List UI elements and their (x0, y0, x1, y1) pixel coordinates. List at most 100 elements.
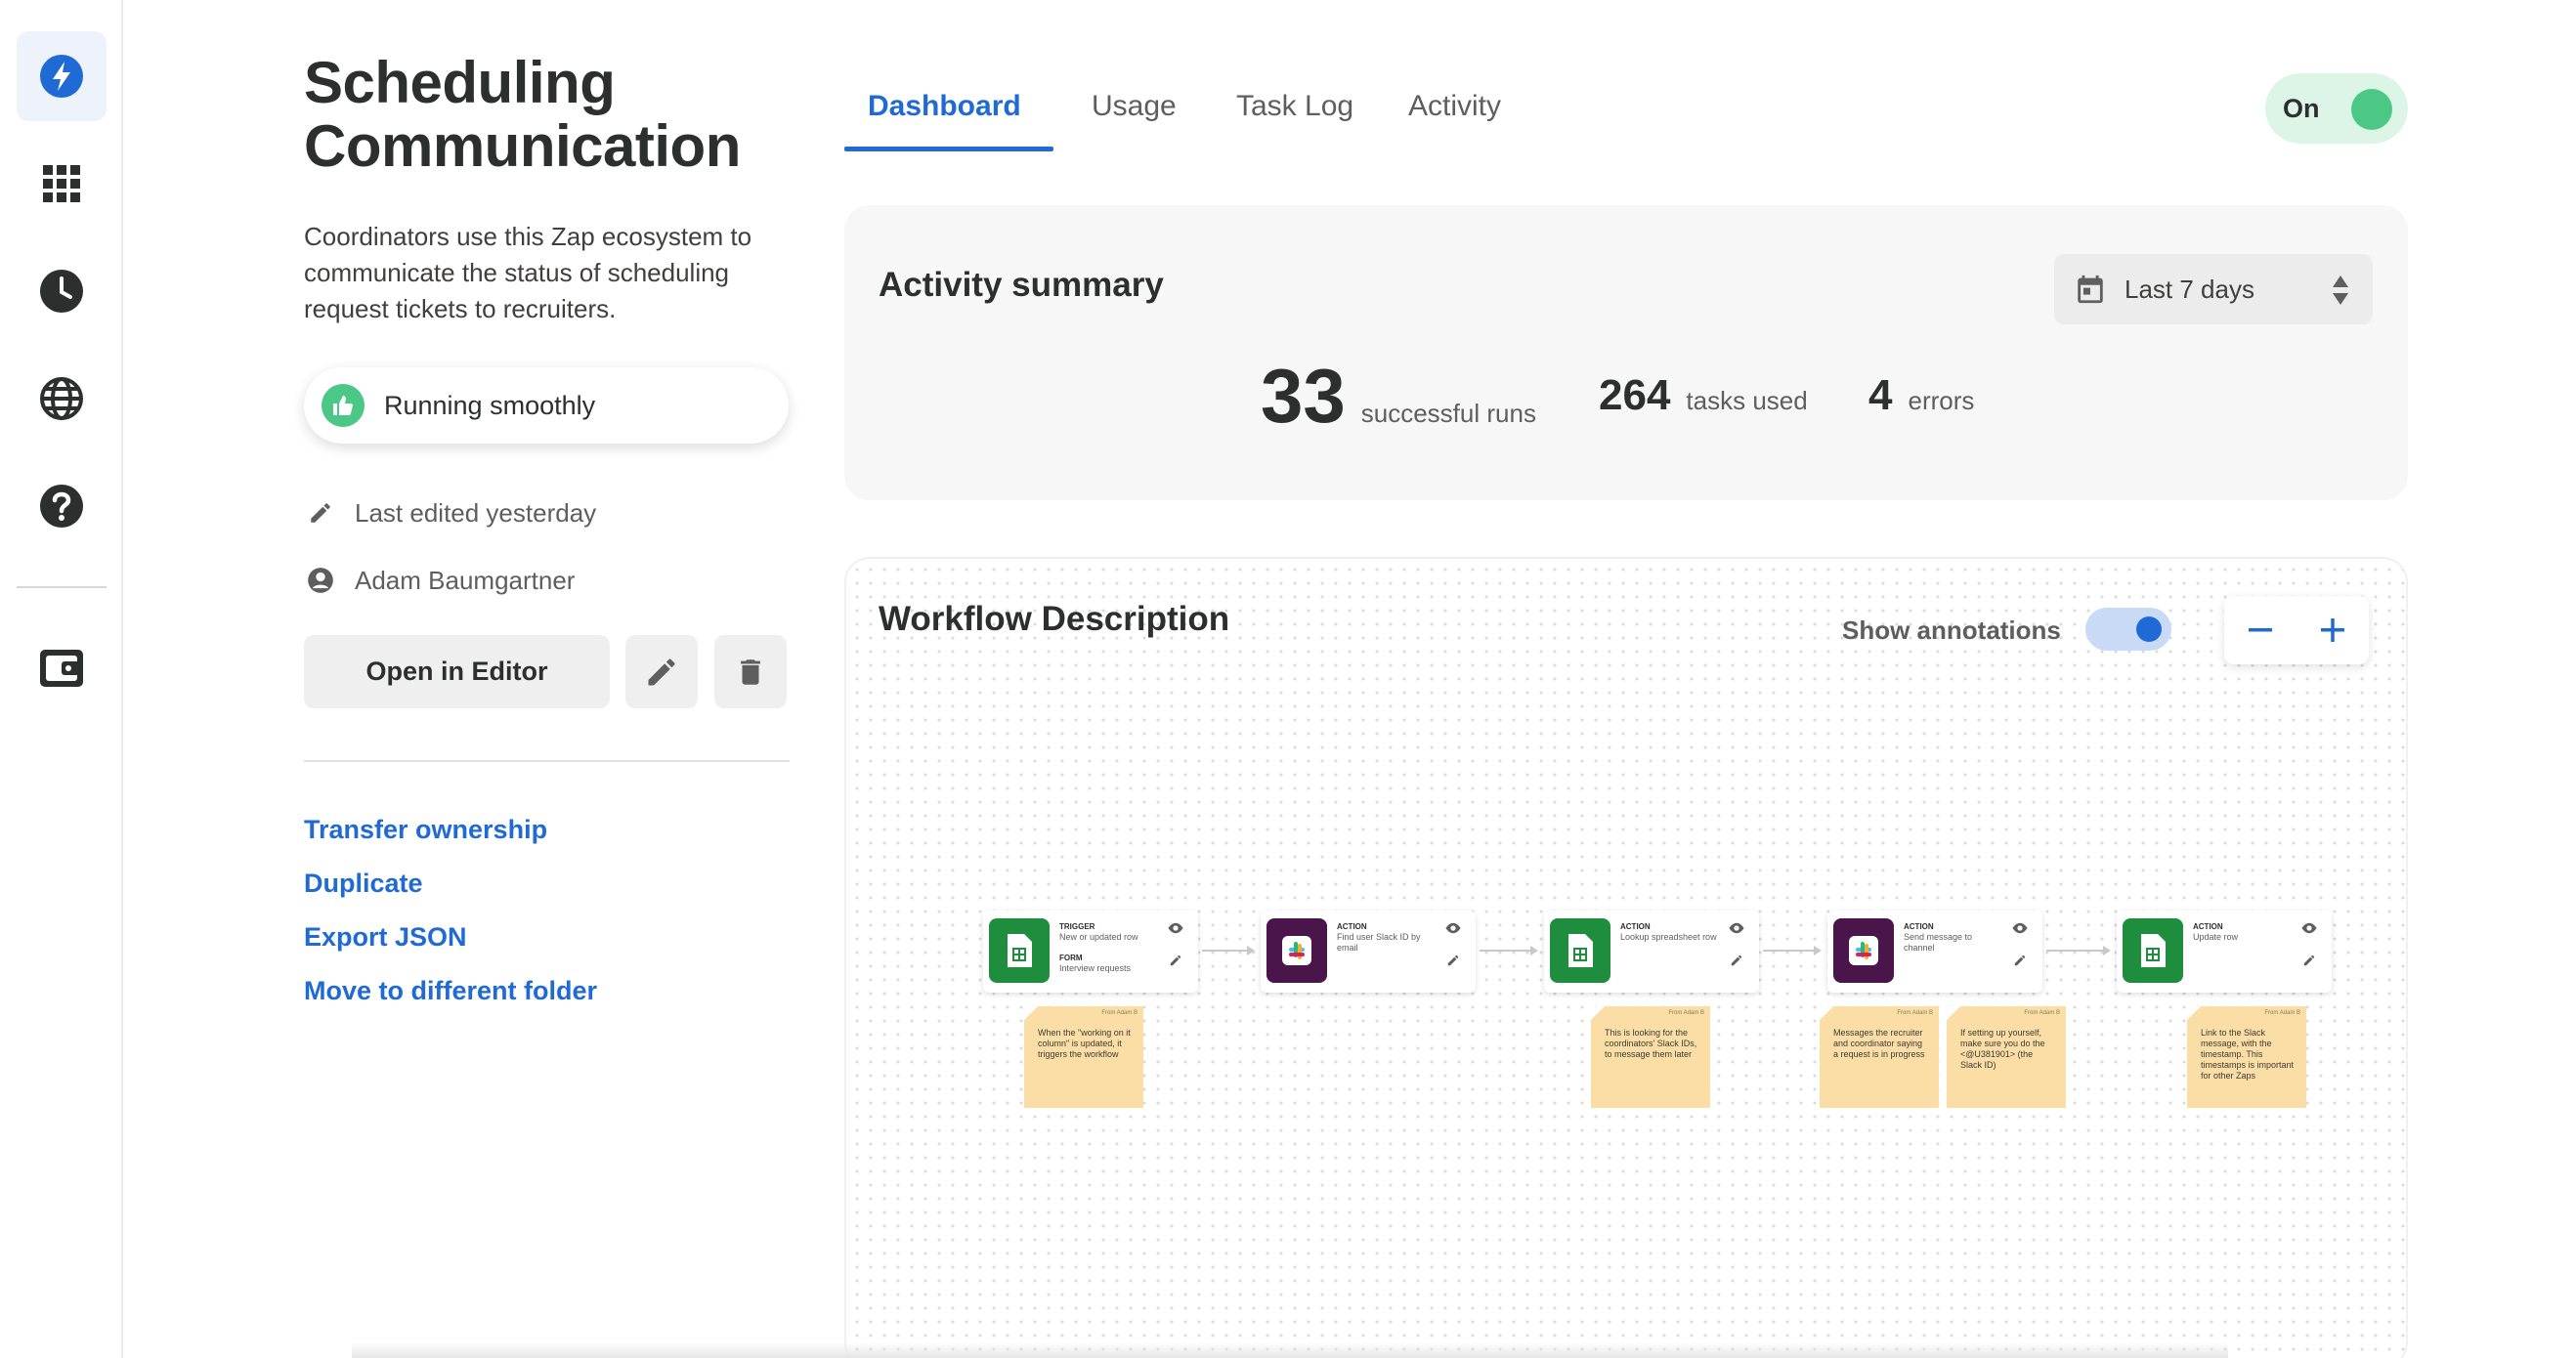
note-author: From Adam B (2264, 1010, 2300, 1016)
toggle-knob (2136, 616, 2162, 642)
help-icon (40, 485, 83, 528)
eye-icon[interactable] (2300, 922, 2318, 934)
left-divider (304, 760, 790, 762)
workflow-step-action[interactable]: ACTION Find user Slack ID by email (1261, 911, 1476, 993)
note-text: Link to the Slack message, with the time… (2201, 1028, 2295, 1081)
eye-icon[interactable] (1728, 922, 1745, 934)
zoom-controls (2224, 596, 2369, 664)
annotation-note[interactable]: From Adam B This is looking for the coor… (1591, 1006, 1710, 1108)
annotation-note[interactable]: From Adam B Link to the Slack message, w… (2187, 1006, 2306, 1108)
slack-icon (1267, 918, 1327, 983)
owner-name: Adam Baumgartner (355, 565, 576, 595)
step-kind: ACTION (1620, 922, 1651, 931)
tab-activity[interactable]: Activity (1408, 90, 1501, 123)
step-text: Find user Slack ID by email (1337, 932, 1421, 953)
trash-icon (741, 658, 760, 685)
step-connector (1480, 946, 1538, 955)
step-text: Lookup spreadsheet row (1620, 932, 1717, 942)
activity-summary-card: Activity summary Last 7 days 33 successf… (844, 205, 2408, 500)
last-edited-row: Last edited yesterday (304, 496, 596, 530)
eye-icon[interactable] (1444, 922, 1462, 934)
note-text: If setting up yourself, make sure you do… (1960, 1028, 2045, 1070)
annotation-note[interactable]: From Adam B Messages the recruiter and c… (1820, 1006, 1939, 1108)
date-range-value: Last 7 days (2125, 274, 2254, 304)
export-json-link[interactable]: Export JSON (304, 922, 467, 953)
step-kind: TRIGGER (1059, 922, 1095, 931)
stat-tasks-used: 264 tasks used (1599, 371, 1808, 420)
step-text: Update row (2193, 932, 2239, 942)
step-connector (1202, 946, 1255, 955)
status-text: Running smoothly (384, 390, 596, 420)
rail-apps-button[interactable] (17, 139, 107, 229)
status-badge: Running smoothly (304, 367, 789, 444)
pencil-icon[interactable] (2013, 954, 2027, 967)
apps-grid-icon (43, 165, 80, 202)
owner-row: Adam Baumgartner (304, 564, 575, 597)
step-sub-kind: FORM (1059, 954, 1083, 962)
step-text: Send message to channel (1904, 932, 1973, 953)
open-in-editor-button[interactable]: Open in Editor (304, 635, 610, 708)
clock-icon (40, 270, 83, 313)
pencil-icon (648, 658, 675, 685)
step-kind: ACTION (2193, 922, 2223, 931)
zoom-out-button[interactable] (2224, 596, 2297, 664)
annotations-toggle[interactable] (2085, 608, 2171, 651)
workflow-canvas[interactable]: Workflow Description Show annotations TR… (844, 557, 2408, 1358)
left-rail (0, 0, 123, 1358)
tab-dashboard[interactable]: Dashboard (868, 90, 1021, 123)
note-author: From Adam B (2024, 1010, 2060, 1016)
annotation-note[interactable]: From Adam B When the "working on it colu… (1024, 1006, 1143, 1108)
rail-history-button[interactable] (17, 246, 107, 336)
stat-value: 264 (1599, 371, 1671, 419)
pencil-icon (304, 496, 337, 530)
tab-task-log[interactable]: Task Log (1236, 90, 1353, 123)
activity-summary-title: Activity summary (879, 266, 1164, 304)
delete-button[interactable] (714, 635, 787, 708)
stat-label: successful runs (1360, 399, 1536, 428)
stat-errors: 4 errors (1868, 371, 1974, 420)
zap-on-toggle[interactable]: On (2265, 73, 2408, 144)
eye-icon[interactable] (1167, 922, 1184, 934)
note-author: From Adam B (1897, 1010, 1933, 1016)
workflow-step-action[interactable]: ACTION Lookup spreadsheet row (1544, 911, 1759, 993)
workflow-step-action[interactable]: ACTION Update row (2117, 911, 2332, 993)
tab-usage[interactable]: Usage (1092, 90, 1177, 123)
rail-zaps-button[interactable] (17, 31, 107, 121)
eye-icon[interactable] (2011, 922, 2029, 934)
note-author: From Adam B (1668, 1010, 1704, 1016)
plus-icon (2321, 618, 2344, 642)
date-range-select[interactable]: Last 7 days (2054, 254, 2373, 324)
workflow-step-trigger[interactable]: TRIGGER New or updated row FORM Intervie… (983, 911, 1198, 993)
annotation-note[interactable]: From Adam B If setting up yourself, make… (1947, 1006, 2066, 1108)
pencil-icon[interactable] (1446, 954, 1460, 967)
stat-label: tasks used (1686, 386, 1808, 415)
duplicate-link[interactable]: Duplicate (304, 869, 423, 899)
pencil-icon[interactable] (2302, 954, 2316, 967)
workflow-step-action[interactable]: ACTION Send message to channel (1827, 911, 2042, 993)
horizontal-scroll-shadow (352, 1342, 2228, 1358)
workflow-title: Workflow Description (879, 600, 1230, 638)
rail-help-button[interactable] (17, 461, 107, 551)
step-connector (1763, 946, 1822, 955)
step-connector (2046, 946, 2111, 955)
pencil-icon[interactable] (1730, 954, 1743, 967)
google-sheets-icon (989, 918, 1050, 983)
last-edited-text: Last edited yesterday (355, 497, 597, 528)
step-sub-text: Interview requests (1059, 963, 1132, 973)
step-kind: ACTION (1904, 922, 1934, 931)
toggle-label: On (2283, 93, 2320, 123)
slack-icon (1833, 918, 1894, 983)
transfer-ownership-link[interactable]: Transfer ownership (304, 815, 547, 845)
lightning-icon (40, 55, 83, 98)
user-icon (304, 564, 337, 597)
rail-explore-button[interactable] (17, 354, 107, 444)
edit-button[interactable] (625, 635, 698, 708)
move-folder-link[interactable]: Move to different folder (304, 976, 597, 1006)
stat-label: errors (1908, 386, 1975, 415)
note-author: From Adam B (1101, 1010, 1138, 1016)
stat-value: 33 (1261, 353, 1346, 439)
rail-wallet-button[interactable] (17, 623, 107, 713)
zap-description: Coordinators use this Zap ecosystem to c… (304, 222, 752, 323)
zoom-in-button[interactable] (2297, 596, 2369, 664)
pencil-icon[interactable] (1169, 954, 1182, 967)
